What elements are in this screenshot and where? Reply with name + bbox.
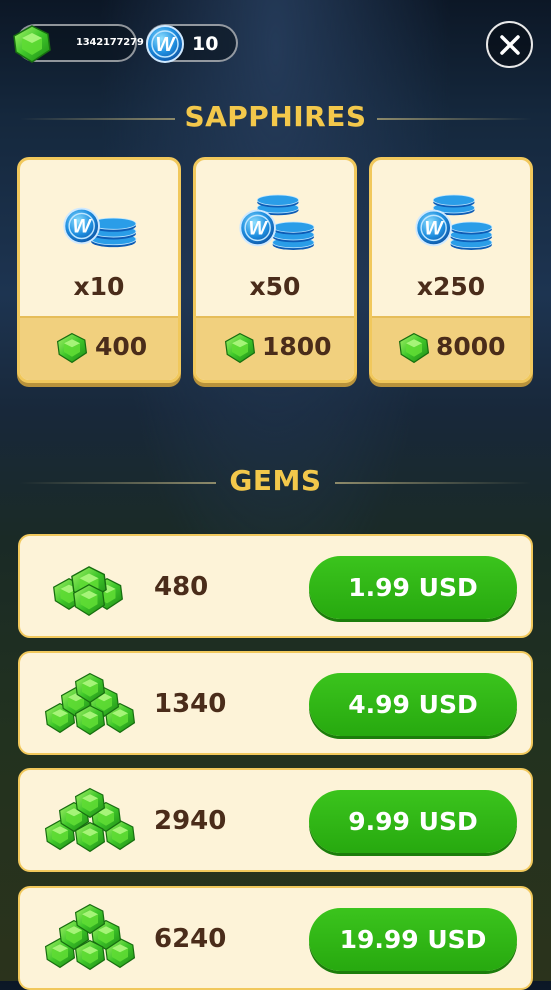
- sapphires-title: SAPPHIRES: [184, 100, 367, 133]
- pack-price-bar: 8000: [372, 316, 530, 380]
- sapphire-pack-250[interactable]: x250 8000: [369, 157, 533, 383]
- sapphire-pack-50[interactable]: x50 1800: [193, 157, 357, 383]
- divider-right: [335, 482, 531, 484]
- gem-pile-icon: [44, 672, 135, 736]
- gem-amount: 1340: [154, 689, 227, 719]
- close-icon: [499, 34, 520, 55]
- top-bar: 1342177279 10: [0, 0, 551, 90]
- gem-amount: 2940: [154, 806, 227, 836]
- gem-offer-480[interactable]: 480 1.99 USD: [18, 534, 533, 638]
- gems-title: GEMS: [229, 464, 322, 497]
- sapphire-coins-icon: [63, 207, 137, 248]
- buy-button[interactable]: 4.99 USD: [309, 673, 517, 736]
- pack-quantity: x50: [249, 272, 301, 301]
- sapphire-coins-icon: [239, 194, 315, 251]
- gem-amount: 480: [154, 572, 209, 602]
- gem-icon: [12, 24, 52, 64]
- buy-button[interactable]: 19.99 USD: [309, 908, 517, 971]
- pack-price: 1800: [262, 332, 332, 361]
- gem-icon: [224, 332, 256, 364]
- gem-icon: [56, 332, 88, 364]
- gem-offer-6240[interactable]: 6240 19.99 USD: [18, 886, 533, 990]
- sapphire-coin-icon: [145, 24, 185, 64]
- gem-pile-icon: [53, 566, 123, 616]
- pack-price-bar: 1800: [196, 316, 354, 380]
- divider-right: [377, 118, 532, 120]
- gem-pile-icon: [44, 903, 135, 971]
- pack-quantity: x10: [73, 272, 125, 301]
- gem-pile-icon: [44, 787, 135, 853]
- pack-price-bar: 400: [20, 316, 178, 380]
- gem-amount: 6240: [154, 924, 227, 954]
- buy-button[interactable]: 1.99 USD: [309, 556, 517, 619]
- gem-balance-value: 1342177279: [76, 37, 144, 48]
- pack-price: 8000: [436, 332, 506, 361]
- gem-icon: [398, 332, 430, 364]
- sapphire-pack-10[interactable]: x10 400: [17, 157, 181, 383]
- pack-quantity: x250: [416, 272, 486, 301]
- pack-price: 400: [95, 332, 148, 361]
- sapphire-balance-value: 10: [192, 33, 219, 55]
- close-button[interactable]: [486, 21, 533, 68]
- gem-offer-2940[interactable]: 2940 9.99 USD: [18, 768, 533, 872]
- gem-offer-1340[interactable]: 1340 4.99 USD: [18, 651, 533, 755]
- buy-button[interactable]: 9.99 USD: [309, 790, 517, 853]
- sapphire-coins-icon: [415, 194, 493, 251]
